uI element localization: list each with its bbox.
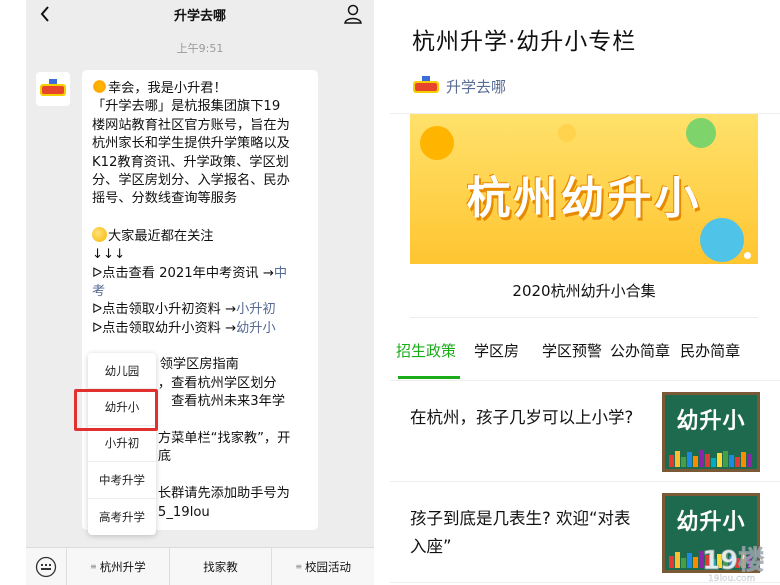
menu-find-tutor[interactable]: 找家教 [168, 547, 272, 585]
chevron-left-icon [40, 6, 49, 22]
banner-text: 杭州幼升小 [466, 173, 702, 224]
chat-screen: 升学去哪 上午9:51 幸会，我是小升君！ 「升学去哪」是杭报集团旗下19 楼网… [26, 0, 374, 585]
youshengxiao-link[interactable]: 幼升小 [236, 321, 276, 336]
intro-line: 楼网站教育社区官方账号，旨在为 [92, 117, 290, 133]
decor-bubble [558, 124, 576, 142]
site-watermark: 19楼 19lou.com [690, 537, 780, 585]
link-line-xiaoshengchu: ᐅ点击领取小升初资料 →小升初 [92, 302, 276, 318]
intro-line: 摇号、分数线查询等服务 [92, 191, 238, 207]
tab-school-district-housing[interactable]: 学区房 [474, 340, 519, 361]
user-icon [344, 4, 362, 24]
thumbnail-text: 幼升小 [676, 510, 746, 535]
article-item-title: 在杭州，孩子几岁可以上小学? [410, 408, 634, 427]
zhongkao-link[interactable]: 中 [274, 266, 287, 281]
message-timestamp: 上午9:51 [176, 42, 224, 55]
intro-line: 「升学去哪」是杭报集团旗下19 [92, 99, 281, 115]
article-screen: 杭州升学·幼升小专栏 升学去哪 杭州幼升小 2020杭州幼升小合集 招生政策 学… [390, 0, 780, 585]
author-row[interactable]: 升学去哪 [410, 74, 506, 98]
tab-private-brochure[interactable]: 民办简章 [680, 340, 740, 361]
submenu-icon: ≡ [295, 562, 303, 571]
menu-campus-activities[interactable]: ≡ 校园活动 [271, 547, 374, 585]
divider [390, 380, 780, 381]
thinking-face-emoji-icon [92, 226, 107, 242]
menu-hangzhou-shengxue[interactable]: ≡ 杭州升学 [66, 547, 169, 585]
intro-line: 分、学区房划分、入学报名、民办 [92, 173, 290, 189]
official-account-avatar[interactable] [36, 72, 70, 106]
link-line-youshengxiao: ᐅ点击领取幼升小资料 →幼升小 [92, 320, 276, 336]
books-icon [669, 447, 753, 467]
banner-caption: 2020杭州幼升小合集 [410, 264, 758, 318]
article-item-title: 孩子到底是几表生? 欢迎“对表入座” [410, 509, 631, 556]
article-list-item[interactable]: 在杭州，孩子几岁可以上小学? 幼升小 [390, 382, 780, 482]
tab-public-brochure[interactable]: 公办简章 [610, 340, 670, 361]
link-line-zhongkao: ᐅ点击查看 2021年中考资讯 →中 [92, 265, 288, 281]
active-tab-indicator [398, 376, 460, 379]
watermark-text: 19楼 [702, 546, 764, 576]
banner-image[interactable]: 杭州幼升小 [410, 114, 758, 264]
sun-emoji-icon [92, 79, 107, 94]
tab-district-warning[interactable]: 学区预警 [542, 340, 602, 361]
article-title: 杭州升学·幼升小专栏 [412, 29, 637, 55]
popup-item-zhongkao[interactable]: 中考升学 [88, 462, 156, 499]
intro-line: 杭州家长和学生提供升学策略以及 [92, 136, 290, 152]
back-button[interactable] [36, 4, 54, 24]
chat-top-bar: 升学去哪 [26, 0, 374, 28]
article-thumbnail: 幼升小 [662, 392, 760, 472]
decor-bubble-b [420, 126, 454, 160]
keyboard-icon [35, 556, 57, 577]
tab-admission-policy[interactable]: 招生政策 [396, 340, 456, 361]
decor-bubble-a [686, 118, 716, 148]
carousel-dot [744, 252, 751, 259]
thumbnail-text: 幼升小 [676, 409, 746, 434]
watermark-sub: 19lou.com [708, 574, 755, 584]
greeting-line: 幸会，我是小升君！ [92, 79, 308, 98]
author-name: 升学去哪 [446, 77, 507, 96]
tab-bar: 招生政策 学区房 学区预警 公办简章 民办简章 [390, 340, 780, 380]
author-logo-icon [410, 74, 442, 98]
submenu-icon: ≡ [89, 562, 97, 571]
arrows-line: ↓↓↓ [92, 247, 126, 263]
highlight-box [74, 389, 158, 431]
popup-item-gaokao[interactable]: 高考升学 [88, 499, 156, 535]
xiaoshengchu-link[interactable]: 小升初 [236, 302, 276, 317]
chat-title: 升学去哪 [173, 8, 226, 24]
intro-line: K12教育资讯、升学政策、学区划 [92, 154, 289, 170]
menu-popup: 幼儿园 幼升小 小升初 中考升学 高考升学 [88, 353, 156, 535]
bottom-menu-bar: ≡ 杭州升学 找家教 ≡ 校园活动 [26, 547, 374, 585]
keyboard-button[interactable] [26, 548, 66, 585]
focus-line: 大家最近都在关注 [92, 226, 308, 246]
profile-button[interactable] [342, 3, 364, 25]
popup-item-xiaoshengchu[interactable]: 小升初 [88, 426, 156, 463]
zhongkao-link-cont[interactable]: 考 [92, 284, 105, 299]
account-logo-icon [40, 79, 66, 96]
popup-item-kindergarten[interactable]: 幼儿园 [88, 353, 156, 390]
link-line-zhongkao-cont: 考 [92, 283, 308, 301]
